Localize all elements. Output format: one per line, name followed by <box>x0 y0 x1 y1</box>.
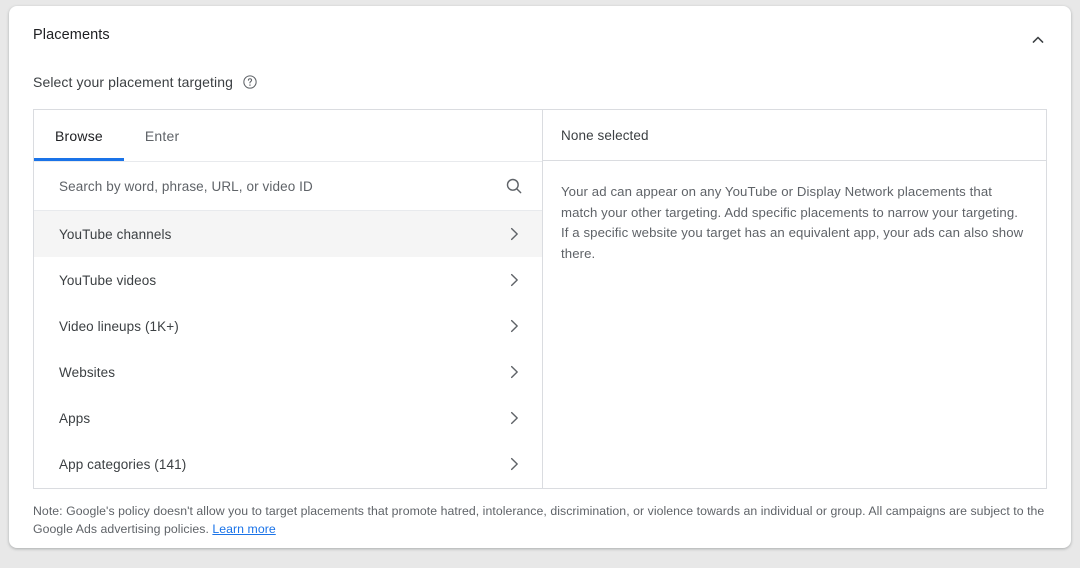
chevron-right-icon <box>504 270 524 290</box>
policy-note-text: Note: Google's policy doesn't allow you … <box>33 504 1044 536</box>
collapse-section-button[interactable] <box>1021 23 1055 57</box>
chevron-right-icon <box>504 362 524 382</box>
chevron-right-icon <box>504 224 524 244</box>
list-item[interactable]: Apps <box>34 395 542 441</box>
tab-enter[interactable]: Enter <box>124 110 200 161</box>
search-row <box>34 161 542 211</box>
list-item-label: Apps <box>59 411 90 426</box>
list-item[interactable]: App categories (141) <box>34 441 542 487</box>
browse-list[interactable]: YouTube channels YouTube videos <box>34 211 542 488</box>
chevron-right-icon <box>504 408 524 428</box>
placements-card: Placements Select your placement targeti… <box>9 6 1071 548</box>
list-item-label: App categories (141) <box>59 457 186 472</box>
tab-browse[interactable]: Browse <box>34 110 124 161</box>
search-input[interactable] <box>59 179 504 194</box>
selection-description: Your ad can appear on any YouTube or Dis… <box>561 182 1028 264</box>
selection-pane: None selected Your ad can appear on any … <box>543 110 1046 488</box>
list-item-label: Video lineups (1K+) <box>59 319 179 334</box>
page-title: Placements <box>33 27 110 43</box>
list-item-label: YouTube videos <box>59 273 156 288</box>
list-item[interactable]: Video lineups (1K+) <box>34 303 542 349</box>
selection-body: Your ad can appear on any YouTube or Dis… <box>543 161 1046 264</box>
list-item-label: Websites <box>59 365 115 380</box>
card-header: Placements <box>9 6 1071 64</box>
selection-status-label: None selected <box>561 128 649 143</box>
chevron-up-icon <box>1028 30 1048 50</box>
subtitle-label: Select your placement targeting <box>33 74 233 90</box>
list-item[interactable]: YouTube videos <box>34 257 542 303</box>
selection-header: None selected <box>543 110 1046 161</box>
tab-bar: Browse Enter <box>34 110 542 161</box>
browse-pane: Browse Enter YouTube channels <box>34 110 543 488</box>
search-icon[interactable] <box>504 176 524 196</box>
list-item[interactable]: YouTube channels <box>34 211 542 257</box>
chevron-right-icon <box>504 454 524 474</box>
help-circle-icon[interactable] <box>242 74 258 90</box>
page-background: Placements Select your placement targeti… <box>0 0 1080 568</box>
subtitle-row: Select your placement targeting <box>33 74 258 90</box>
list-item-label: YouTube channels <box>59 227 171 242</box>
policy-note: Note: Google's policy doesn't allow you … <box>33 503 1047 538</box>
placement-selector-box: Browse Enter YouTube channels <box>33 109 1047 489</box>
list-item[interactable]: Websites <box>34 349 542 395</box>
learn-more-link[interactable]: Learn more <box>212 522 275 536</box>
chevron-right-icon <box>504 316 524 336</box>
